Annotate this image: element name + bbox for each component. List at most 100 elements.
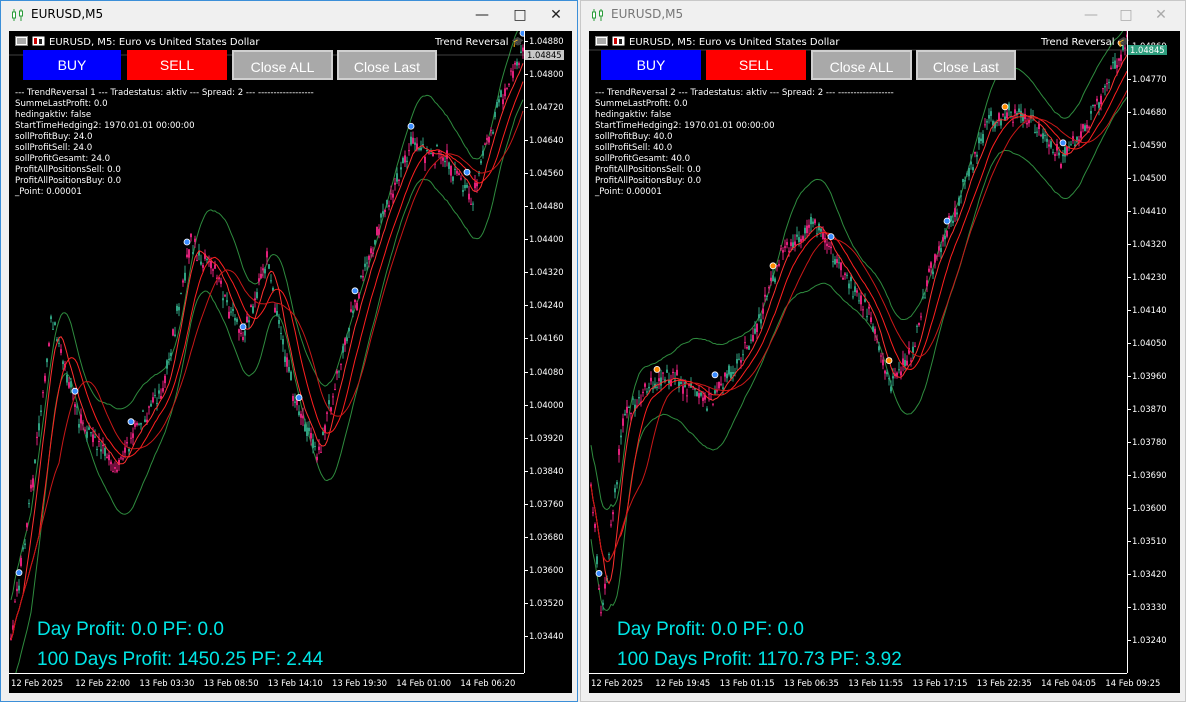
price-axis-tick: [525, 41, 528, 42]
candle-body: [86, 431, 88, 438]
candle-body: [116, 469, 118, 472]
time-axis-label: 12 Feb 2025: [591, 678, 644, 688]
price-axis-label: 1.03680: [529, 531, 564, 542]
candle-body: [592, 512, 594, 514]
candle-body: [260, 273, 262, 279]
candle-body: [250, 305, 252, 308]
price-axis-tick: [525, 206, 528, 208]
candle-body: [766, 295, 768, 298]
candle-body: [126, 442, 128, 444]
candle-body: [632, 398, 634, 400]
chart-window-1[interactable]: EURUSD,M5 — □ ✕ EURUSD, M5: Euro vs Unit…: [0, 0, 578, 702]
candle-body: [676, 369, 678, 376]
candle-body: [438, 151, 440, 153]
candle-body: [508, 83, 510, 85]
close-last-button[interactable]: Close Last: [916, 50, 1016, 80]
close-all-button[interactable]: Close ALL: [232, 50, 333, 80]
candle-body: [614, 488, 616, 493]
candle-body: [236, 318, 238, 322]
price-axis-tick: [525, 569, 528, 571]
candle-body: [90, 432, 92, 434]
trade-marker: [1001, 103, 1009, 111]
ea-status-line: _Point: 0.00001: [15, 187, 82, 197]
candle-body: [110, 461, 112, 465]
chart-list-icon: [595, 36, 608, 46]
indicator-label-text: Trend Reversal: [1041, 37, 1115, 48]
candle-body: [358, 293, 360, 299]
candle-body: [420, 147, 422, 151]
candle-body: [374, 240, 376, 245]
symbol-description: EURUSD, M5: Euro vs United States Dollar: [595, 36, 840, 50]
candle-body: [602, 602, 604, 605]
candle-body: [156, 402, 158, 404]
time-axis-label: 14 Feb 04:05: [1041, 678, 1097, 688]
candle-body: [944, 235, 946, 240]
chart-window-2[interactable]: EURUSD,M5 — □ ✕ EURUSD, M5: Euro vs Unit…: [580, 0, 1186, 702]
candle-body: [770, 277, 772, 281]
candle-body: [308, 427, 310, 432]
candle-body: [266, 251, 268, 258]
ea-status-line: _Point: 0.00001: [595, 187, 662, 197]
maximize-icon[interactable]: □: [505, 5, 535, 25]
candle-body: [1034, 131, 1036, 134]
price-axis-tick: [525, 239, 528, 241]
price-axis-tick: [1128, 277, 1131, 278]
candle-body: [1062, 154, 1064, 157]
candle-body: [188, 249, 190, 258]
price-axis-tick: [525, 173, 528, 175]
price-chart[interactable]: EURUSD, M5: Euro vs United States Dollar…: [9, 31, 572, 693]
ea-status-line: ProfitAllPositionsBuy: 0.0: [15, 176, 122, 186]
candle-body: [288, 367, 290, 372]
candle-body: [1110, 67, 1112, 69]
close-last-button[interactable]: Close Last: [337, 50, 437, 80]
candle-body: [682, 386, 684, 394]
candle-body: [1070, 144, 1072, 146]
candle-body: [612, 512, 614, 515]
price-axis-tick: [525, 602, 528, 604]
candle-body: [820, 228, 822, 232]
window-titlebar[interactable]: EURUSD,M5 — □ ✕: [581, 1, 1185, 29]
candle-body: [248, 320, 250, 323]
candle-body: [720, 383, 722, 386]
candle-body: [504, 88, 506, 97]
candle-body: [934, 254, 936, 263]
candle-body: [390, 193, 392, 195]
buy-button[interactable]: BUY: [601, 50, 701, 80]
candle-body: [312, 439, 314, 448]
candle-body: [922, 296, 924, 298]
sell-button[interactable]: SELL: [127, 50, 227, 80]
day-profit: Day Profit: 0.0 PF: 0.0: [37, 619, 224, 640]
minimize-icon[interactable]: —: [467, 5, 497, 25]
candle-body: [172, 329, 174, 336]
symbol-line: EURUSD, M5: Euro vs United States Dollar: [49, 37, 260, 48]
close-icon[interactable]: ✕: [1146, 5, 1176, 25]
candle-body: [1002, 113, 1004, 116]
candle-body: [224, 295, 226, 297]
candle-body: [472, 203, 474, 205]
price-axis-label: 1.04590: [1132, 140, 1167, 150]
window-titlebar[interactable]: EURUSD,M5 — □ ✕: [1, 1, 577, 29]
price-axis-label: 1.04680: [1132, 107, 1167, 117]
candle-body: [520, 51, 522, 53]
candle-body: [1064, 147, 1066, 157]
price-axis-label: 1.03960: [1132, 371, 1167, 381]
price-axis-tick: [1128, 112, 1131, 113]
candle-body: [892, 376, 894, 379]
close-all-button[interactable]: Close ALL: [811, 50, 912, 80]
minimize-icon[interactable]: —: [1076, 5, 1106, 25]
candle-body: [608, 554, 610, 556]
symbol-line: EURUSD, M5: Euro vs United States Dollar: [629, 37, 840, 48]
candle-body: [842, 277, 844, 280]
candle-body: [122, 458, 124, 460]
maximize-icon[interactable]: □: [1111, 5, 1141, 25]
sell-button[interactable]: SELL: [706, 50, 806, 80]
buy-button[interactable]: BUY: [23, 50, 121, 80]
candle-body: [30, 484, 32, 489]
price-axis-tick: [1128, 574, 1131, 575]
candle-body: [344, 338, 346, 345]
close-icon[interactable]: ✕: [541, 5, 571, 25]
candle-body: [492, 131, 494, 134]
time-axis-label: 13 Feb 17:15: [912, 678, 968, 688]
candle-body: [340, 363, 342, 365]
price-chart[interactable]: EURUSD, M5: Euro vs United States Dollar…: [589, 31, 1180, 693]
